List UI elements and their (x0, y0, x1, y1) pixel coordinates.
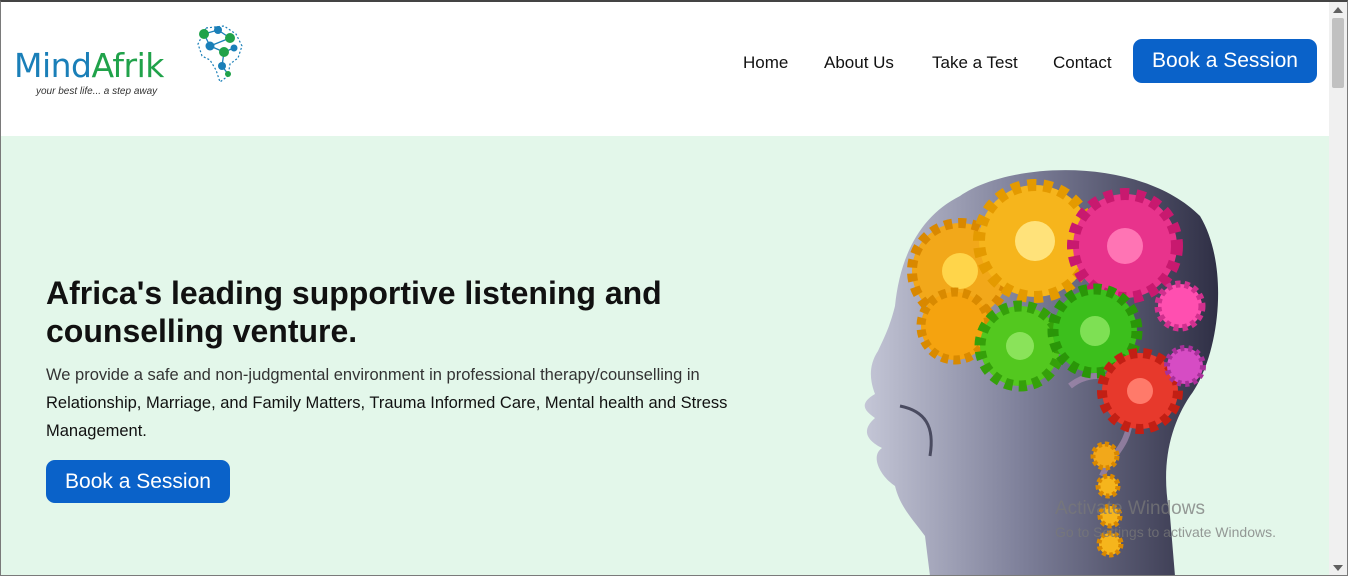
logo-tagline: your best life... a step away (36, 86, 158, 97)
logo-word-afrik: Afrik (91, 46, 165, 85)
hero-description-services: Relationship, Marriage, and Family Matte… (46, 394, 728, 440)
watermark-subtitle: Go to Settings to activate Windows. (1055, 524, 1276, 540)
scroll-down-arrow-icon[interactable] (1333, 565, 1343, 571)
nav-contact[interactable]: Contact (1053, 53, 1112, 73)
windows-activation-watermark: Activate Windows Go to Settings to activ… (1055, 498, 1276, 540)
scroll-thumb[interactable] (1332, 18, 1344, 88)
nav-home[interactable]: Home (743, 53, 788, 73)
nav-about-us[interactable]: About Us (824, 53, 894, 73)
hero-description-intro: We provide a safe and non-judgmental env… (46, 366, 700, 384)
header-book-session-button[interactable]: Book a Session (1133, 39, 1317, 83)
vertical-scrollbar[interactable] (1329, 2, 1347, 576)
watermark-title: Activate Windows (1055, 498, 1205, 519)
logo-word-mind: Mind (14, 46, 92, 85)
hero-book-session-button[interactable]: Book a Session (46, 460, 230, 503)
hero-headline: Africa's leading supportive listening an… (46, 275, 662, 349)
logo-wordmark: MindAfrik (14, 46, 164, 85)
site-header: MindAfrik your best life... a step away … (0, 2, 1329, 136)
africa-network-icon (197, 25, 243, 83)
scroll-up-arrow-icon[interactable] (1333, 7, 1343, 13)
nav-take-a-test[interactable]: Take a Test (932, 53, 1018, 73)
hero-description: We provide a safe and non-judgmental env… (46, 361, 746, 445)
logo[interactable]: MindAfrik your best life... a step away (14, 20, 254, 102)
